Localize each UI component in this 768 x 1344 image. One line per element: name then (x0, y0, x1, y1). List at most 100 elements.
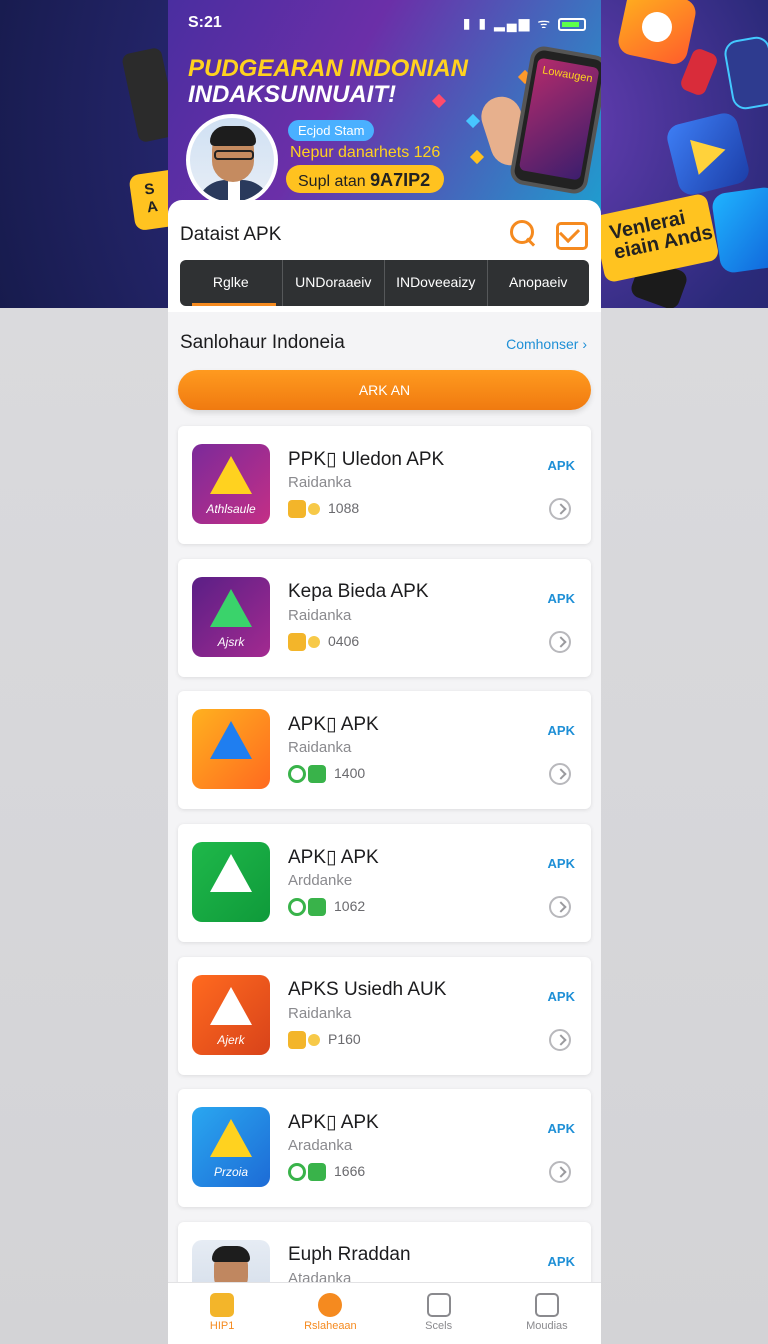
home-icon (210, 1293, 235, 1317)
app-icon-caption: Ajsrk (217, 635, 245, 649)
app-subtitle: Arddanke (288, 872, 353, 889)
banner-pill: Ecjod Stam (288, 120, 375, 141)
avatar-hair (212, 1246, 250, 1262)
tab-anopaeiv[interactable]: Anopaeiv (488, 260, 590, 306)
triangle-logo-icon (210, 987, 252, 1025)
status-time: S:21 (188, 14, 222, 31)
list-item[interactable]: APK▯ APK Raidanka 1400 APK (178, 691, 591, 809)
nav-documents[interactable]: Scels (385, 1283, 493, 1344)
app-name: APK▯ APK (288, 847, 379, 868)
list-item[interactable]: APK▯ APK Arddanke 1062 APK (178, 824, 591, 942)
tab-undoraaeiv[interactable]: UNDoraaeiv (283, 260, 385, 306)
search-icon[interactable] (508, 218, 538, 248)
chevron-right-icon[interactable] (549, 763, 571, 785)
sparkle-icon (465, 113, 481, 129)
apk-badge[interactable]: APK (548, 1254, 575, 1269)
primary-action-button[interactable]: ARK AN (178, 370, 591, 410)
app-count: 1088 (328, 500, 360, 516)
chevron-right-icon[interactable] (549, 1161, 571, 1183)
section-title: Sanlohaur Indoneia (180, 332, 345, 353)
app-count: P160 (328, 1031, 361, 1047)
apk-badge[interactable]: APK (548, 1121, 575, 1136)
shield-icon (288, 765, 306, 784)
banner-title-line1: PUDGEARAN INDONIAN (188, 55, 469, 82)
check-icon (308, 898, 326, 917)
nav-label: Scels (425, 1320, 453, 1332)
app-subtitle: Raidanka (288, 1005, 352, 1022)
list-item[interactable]: Ajerk APKS Usiedh AUK Raidanka P160 APK (178, 957, 591, 1075)
tab-rglke[interactable]: Rglke (180, 260, 283, 306)
compass-icon (318, 1293, 343, 1317)
apk-badge[interactable]: APK (548, 723, 575, 738)
app-name: APK▯ APK (288, 714, 379, 735)
list-item[interactable]: Ajsrk Kepa Bieda APK Raidanka 0406 APK (178, 559, 591, 677)
nav-explore[interactable]: Rslaheaan (276, 1283, 384, 1344)
app-subtitle: Raidanka (288, 607, 352, 624)
avatar-glasses (214, 150, 254, 160)
banner-promo-line: Nepur danarhets 126 (290, 144, 441, 161)
bottom-nav: HIP1 Rslaheaan Scels Moudias (168, 1282, 601, 1344)
app-name: APK▯ APK (288, 1112, 379, 1133)
banner-title: PUDGEARAN INDONIAN INDAKSUNNUAIT! (188, 56, 468, 108)
app-meta: 1400 (288, 765, 366, 784)
app-name: Kepa Bieda APK (288, 581, 429, 602)
app-icon-caption: Athlsaule (206, 502, 256, 516)
nav-label: Moudias (526, 1320, 568, 1332)
triangle-logo-icon (210, 854, 252, 892)
apk-badge[interactable]: APK (548, 989, 575, 1004)
banner-title-line2: INDAKSUNNUAIT! (188, 81, 396, 108)
nav-label: HIP1 (209, 1320, 235, 1332)
apk-badge[interactable]: APK (548, 856, 575, 871)
status-bar: S:21 ▮ ▮ ▂▄▆ ᯤ (186, 12, 586, 34)
battery-icon (558, 17, 586, 31)
app-count: 1062 (334, 898, 366, 914)
app-icon: Ajsrk (192, 577, 270, 657)
app-count: 1400 (334, 765, 366, 781)
shield-icon (288, 1163, 306, 1182)
list-item[interactable]: Przoia APK▯ APK Aradanka 1666 APK (178, 1089, 591, 1207)
app-name: Euph Rraddan (288, 1244, 411, 1265)
nav-label: Rslaheaan (304, 1320, 357, 1332)
app-meta: 1088 (288, 500, 360, 519)
app-icon: Athlsaule (192, 444, 270, 524)
app-subtitle: Raidanka (288, 474, 352, 491)
app-subtitle: Raidanka (288, 739, 352, 756)
app-name: APKS Usiedh AUK (288, 979, 447, 1000)
chevron-right-icon[interactable] (549, 896, 571, 918)
nav-home[interactable]: HIP1 (168, 1283, 276, 1344)
apk-badge[interactable]: APK (548, 591, 575, 606)
promo-banner[interactable]: S:21 ▮ ▮ ▂▄▆ ᯤ PUDGEARAN INDONIAN INDAKS… (168, 0, 601, 214)
tab-indoveeaizy[interactable]: INDoveeaizy (385, 260, 488, 306)
gear-icon (308, 1034, 320, 1047)
apk-badge[interactable]: APK (548, 458, 575, 473)
app-icon: Przoia (192, 1107, 270, 1187)
nav-media[interactable]: Moudias (493, 1283, 601, 1344)
app-meta: P160 (288, 1031, 361, 1050)
app-icon: Ajerk (192, 975, 270, 1055)
chevron-right-icon[interactable] (549, 498, 571, 520)
triangle-logo-icon (210, 589, 252, 627)
sparkle-icon (469, 149, 485, 165)
phone-screen: S:21 ▮ ▮ ▂▄▆ ᯤ PUDGEARAN INDONIAN INDAKS… (168, 0, 601, 1344)
triangle-logo-icon (210, 721, 252, 759)
avatar-hair (210, 126, 256, 146)
chevron-right-icon[interactable] (549, 1029, 571, 1051)
app-meta: 0406 (288, 633, 360, 652)
app-icon-caption: Ajerk (217, 1033, 245, 1047)
app-count: 0406 (328, 633, 360, 649)
app-name: PPK▯ Uledon APK (288, 449, 445, 470)
page-title: Dataist APK (180, 224, 282, 245)
chevron-right-icon[interactable] (549, 631, 571, 653)
promo-code: 9A7IP2 (370, 170, 431, 190)
mail-icon[interactable] (554, 218, 588, 250)
check-icon (308, 765, 326, 784)
gear-icon (308, 636, 320, 649)
promo-code-pill[interactable]: Supl atan 9A7IP2 (286, 165, 444, 193)
signal-icon: ▮ ▮ ▂▄▆ ᯤ (462, 15, 553, 31)
check-icon (308, 1163, 326, 1182)
coin-icon (288, 633, 306, 652)
list-item[interactable]: Athlsaule PPK▯ Uledon APK Raidanka 1088 … (178, 426, 591, 544)
app-icon-decoration (710, 185, 768, 275)
see-all-link[interactable]: Comhonser › (506, 336, 587, 352)
app-meta: 1666 (288, 1163, 365, 1182)
